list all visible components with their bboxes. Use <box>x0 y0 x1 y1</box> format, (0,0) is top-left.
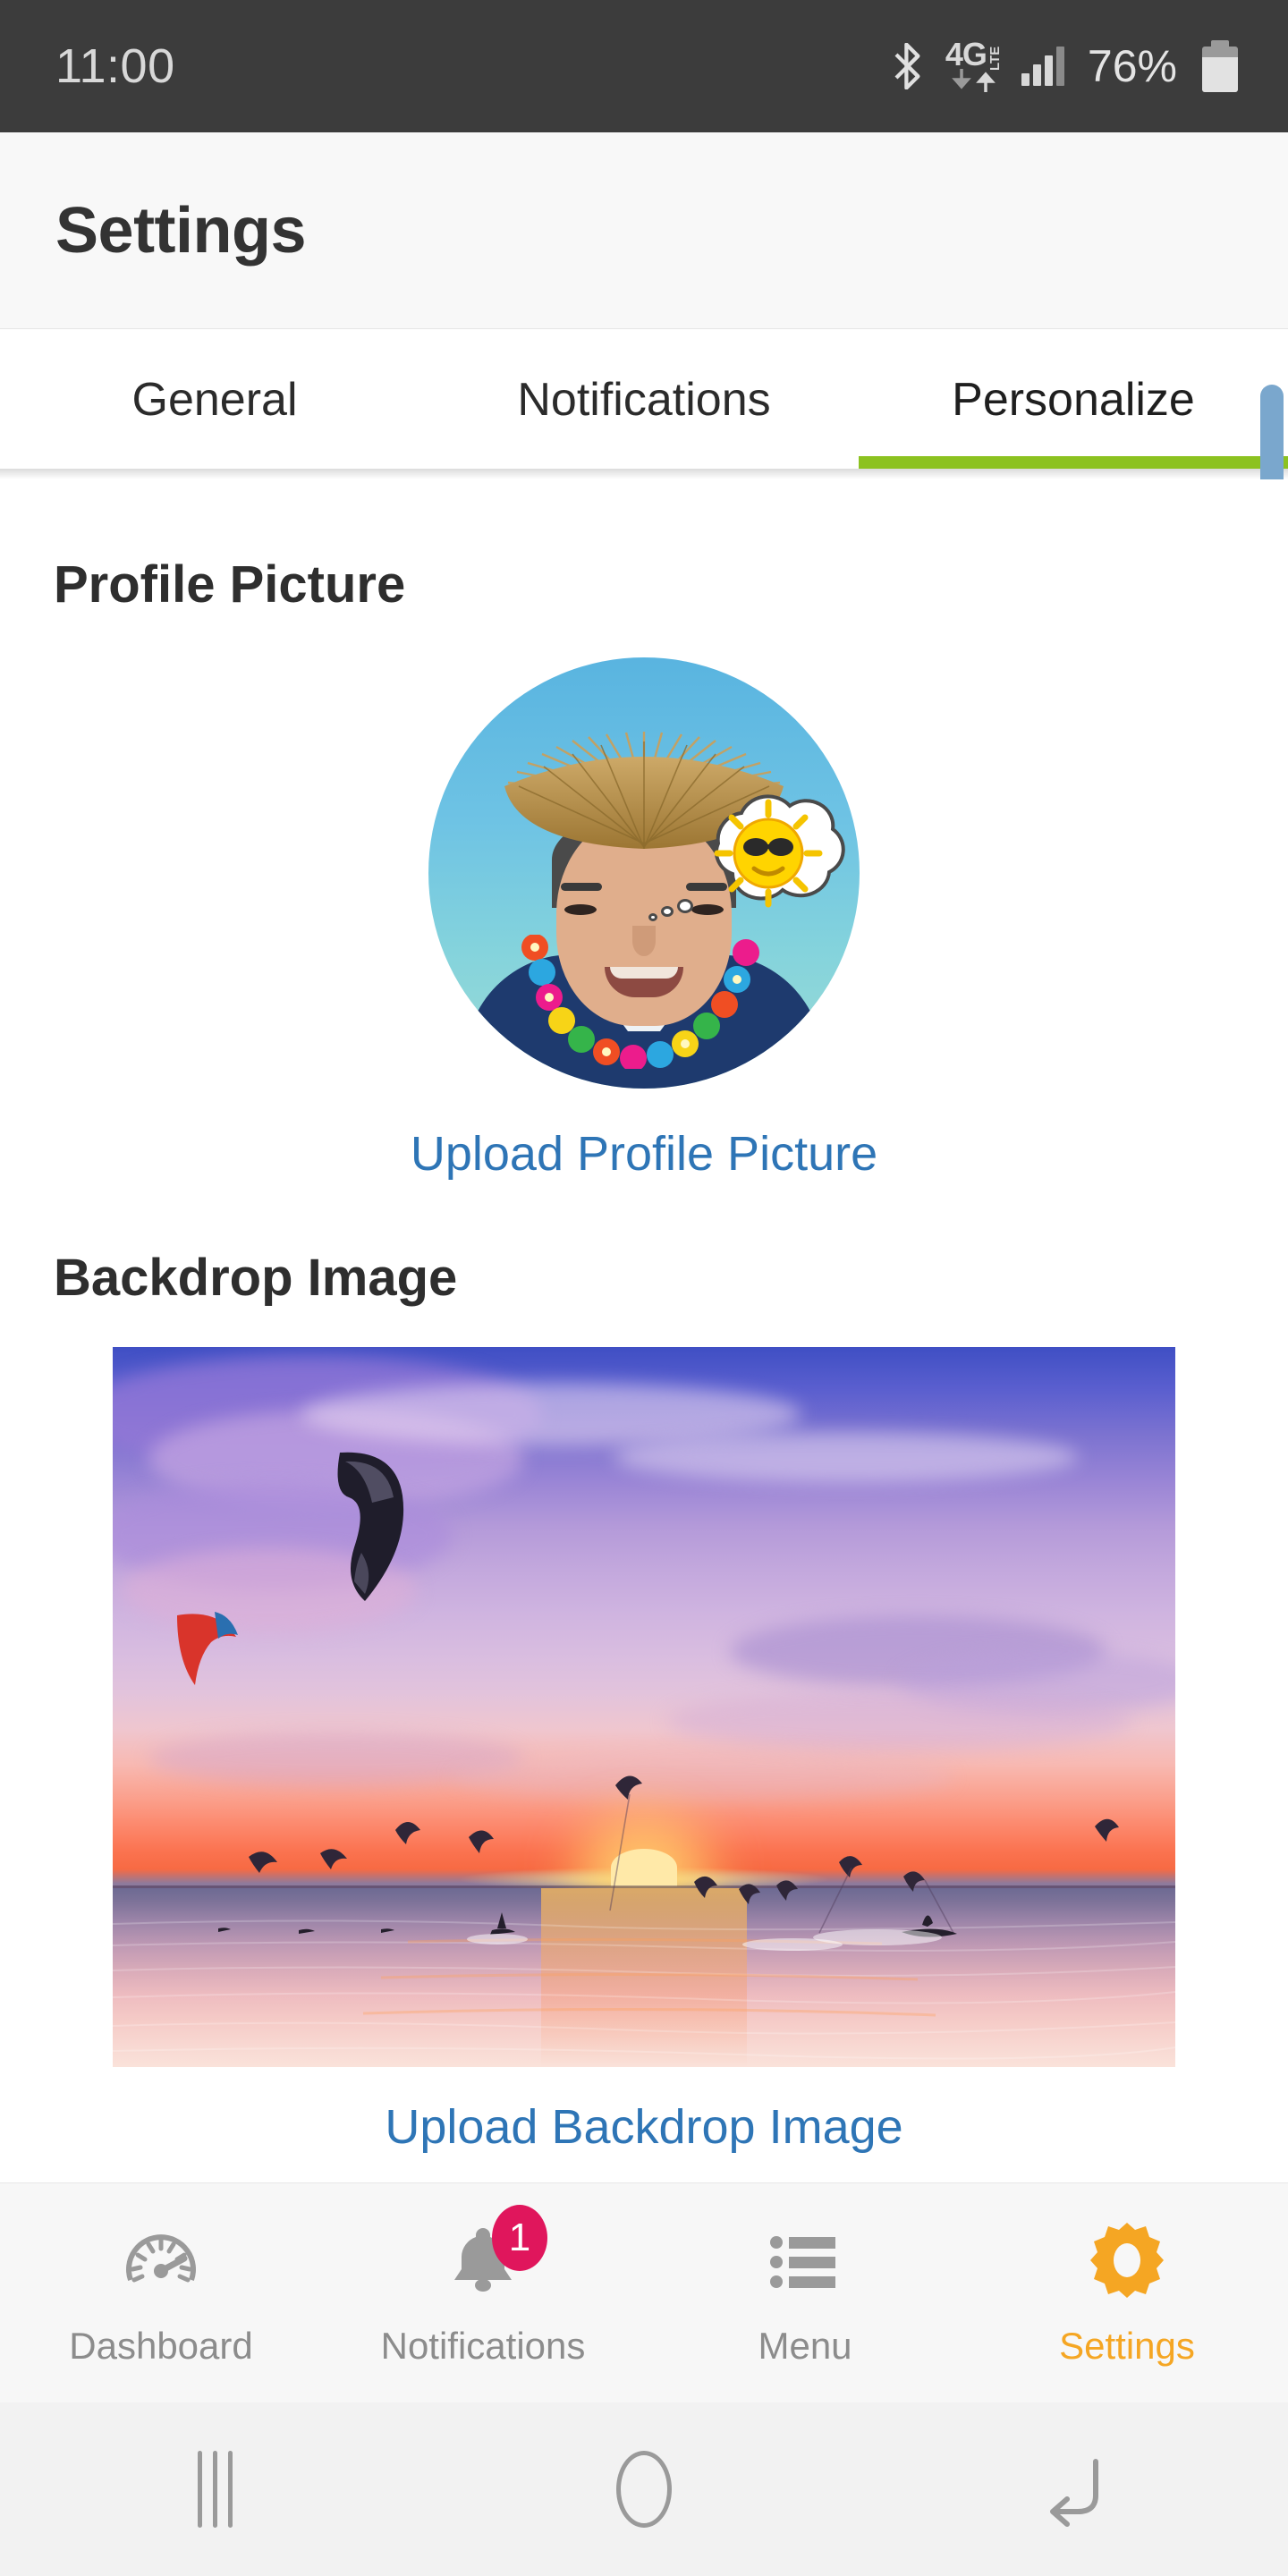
bluetooth-icon <box>894 43 920 89</box>
tab-general[interactable]: General <box>0 330 429 469</box>
status-bar: 11:00 4G LTE 76% <box>0 0 1288 132</box>
thought-bubble-icon <box>714 794 845 908</box>
list-icon <box>764 2219 846 2301</box>
tab-notifications-label: Notifications <box>517 373 771 426</box>
4g-lte-icon: 4G LTE <box>945 36 1003 92</box>
recents-button[interactable] <box>0 2402 429 2576</box>
speedometer-icon <box>120 2219 202 2301</box>
settings-tab-bar: General Notifications Personalize <box>0 330 1288 469</box>
home-circle-icon <box>616 2451 672 2528</box>
thought-dot-small <box>648 913 657 921</box>
settings-content: Profile Picture Upload Profile Picture B… <box>0 479 1288 2182</box>
battery-icon <box>1202 40 1238 92</box>
avatar-eyebrow-left <box>561 883 602 891</box>
tab-personalize-label: Personalize <box>952 373 1195 426</box>
tab-bar-shadow <box>0 469 1288 479</box>
back-arrow-icon <box>1050 2459 1098 2527</box>
sun-face-icon <box>714 799 823 908</box>
home-button[interactable] <box>429 2402 859 2576</box>
bottom-nav-settings-label: Settings <box>1059 2324 1195 2367</box>
status-clock: 11:00 <box>55 39 175 93</box>
backdrop-image-section: Backdrop Image Upload Backdrop Image <box>0 1182 1288 2155</box>
bell-icon: 1 <box>442 2204 547 2301</box>
bottom-navigation-bar: Dashboard 1 Notifications Menu Settings <box>0 2182 1288 2402</box>
distant-kites <box>218 1775 1119 1951</box>
thought-dot-large <box>677 899 693 913</box>
network-sub-label: LTE <box>987 46 1003 71</box>
gear-icon <box>1086 2219 1168 2301</box>
avatar-eye-left <box>564 904 597 915</box>
tab-personalize[interactable]: Personalize <box>859 330 1288 469</box>
backdrop-photo[interactable] <box>113 1347 1175 2067</box>
system-navigation-bar <box>0 2402 1288 2576</box>
upload-backdrop-image-link[interactable]: Upload Backdrop Image <box>0 2099 1288 2155</box>
phone-screen: 11:00 4G LTE 76% Settings General Notifi… <box>0 0 1288 2576</box>
profile-picture-section: Profile Picture Upload Profile Picture <box>0 479 1288 1182</box>
back-button[interactable] <box>859 2402 1288 2576</box>
page-title: Settings <box>55 194 307 267</box>
data-arrows-icon <box>951 69 996 92</box>
network-type-label: 4G <box>945 36 987 72</box>
bottom-nav-dashboard-label: Dashboard <box>69 2324 253 2367</box>
notification-badge: 1 <box>492 2204 547 2271</box>
flower-lei-icon <box>521 935 759 1069</box>
backdrop-image-heading: Backdrop Image <box>54 1249 458 1307</box>
signal-bars-icon <box>1021 47 1064 86</box>
status-icons: 4G LTE 76% <box>890 36 1238 92</box>
bottom-nav-notifications-label: Notifications <box>380 2324 586 2367</box>
tab-general-label: General <box>131 373 298 426</box>
profile-picture-heading: Profile Picture <box>54 555 406 614</box>
bottom-nav-menu-label: Menu <box>758 2324 852 2367</box>
recents-icon <box>197 2451 233 2528</box>
tab-notifications[interactable]: Notifications <box>429 330 859 469</box>
bottom-nav-notifications[interactable]: 1 Notifications <box>322 2183 644 2402</box>
app-header: Settings <box>0 132 1288 329</box>
upload-profile-picture-link[interactable]: Upload Profile Picture <box>0 1126 1288 1182</box>
thought-dot-medium <box>661 906 674 917</box>
bottom-nav-menu[interactable]: Menu <box>644 2183 966 2402</box>
bottom-nav-settings[interactable]: Settings <box>966 2183 1288 2402</box>
battery-percent-label: 76% <box>1087 41 1177 91</box>
bottom-nav-dashboard[interactable]: Dashboard <box>0 2183 322 2402</box>
avatar[interactable] <box>428 657 860 1089</box>
